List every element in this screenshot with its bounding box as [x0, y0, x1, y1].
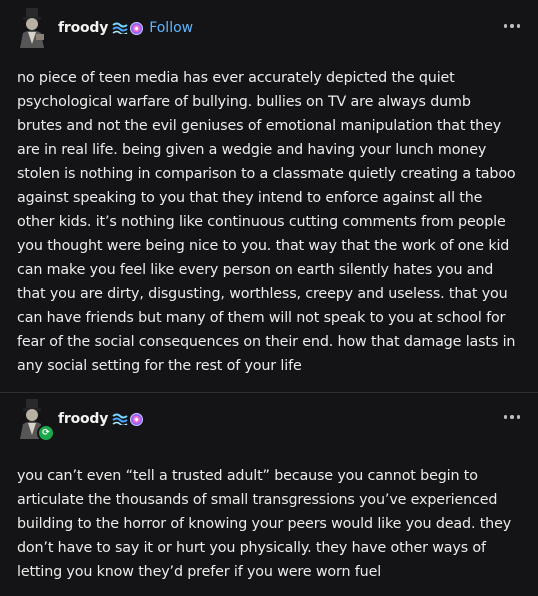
more-options-icon [503, 24, 508, 28]
wave-badge-icon [112, 22, 128, 34]
post-header: froody Follow [16, 8, 522, 48]
wave-badge-icon [112, 413, 128, 425]
more-options-button[interactable] [502, 409, 522, 425]
avatar-icon [20, 8, 44, 48]
circle-badge-icon [130, 21, 144, 35]
user-badges [112, 412, 144, 426]
username[interactable]: froody [58, 411, 108, 427]
post-text: you can’t even “tell a trusted adult” be… [17, 468, 512, 580]
avatar[interactable]: ⟳ [16, 399, 55, 442]
post-header: ⟳ froody [16, 399, 522, 442]
user-badges [112, 21, 144, 35]
follow-button[interactable]: Follow [149, 20, 193, 36]
reblog-icon: ⟳ [37, 424, 55, 442]
avatar[interactable] [16, 8, 48, 48]
more-options-button[interactable] [502, 18, 522, 34]
circle-badge-icon [130, 412, 144, 426]
post-original: froody Follow no piece of teen media has… [0, 0, 538, 393]
more-options-icon [503, 415, 508, 419]
post-text: no piece of teen media has ever accurate… [17, 70, 516, 374]
username[interactable]: froody [58, 20, 108, 36]
